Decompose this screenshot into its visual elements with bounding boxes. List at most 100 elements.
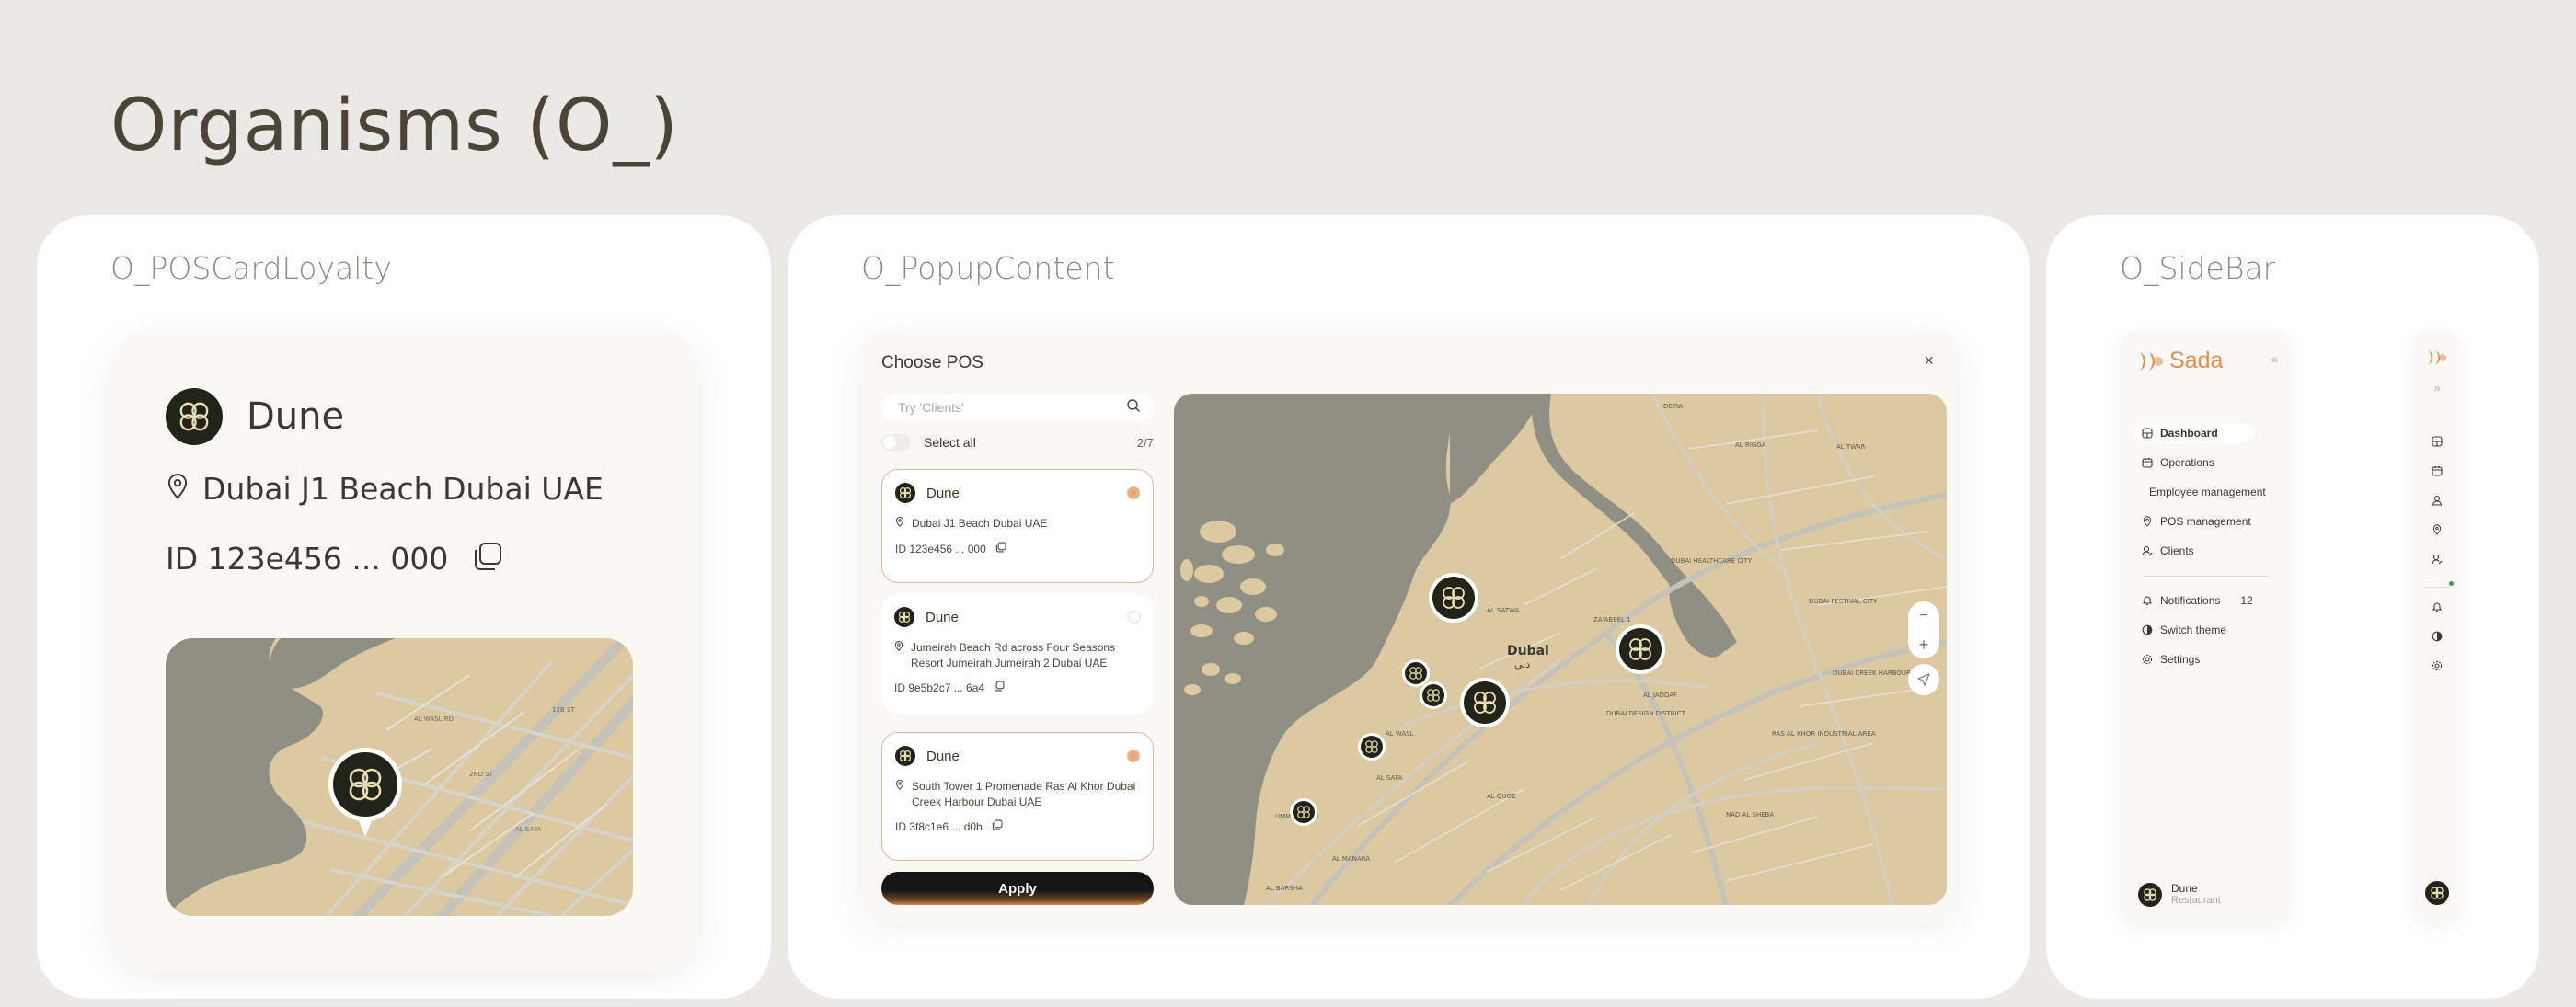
search-icon[interactable] bbox=[1126, 398, 1141, 418]
bell-icon bbox=[2142, 596, 2153, 606]
avatar bbox=[2138, 883, 2162, 907]
svg-text:AL TWAR: AL TWAR bbox=[1836, 443, 1866, 451]
search-box[interactable] bbox=[881, 394, 1154, 421]
copy-icon[interactable] bbox=[995, 542, 1006, 555]
brand-logo[interactable]: Sada bbox=[2138, 348, 2223, 374]
sidebar-item-dashboard[interactable]: Dashboard bbox=[2134, 423, 2254, 443]
user-profile[interactable]: Dune Restaurant bbox=[2138, 883, 2221, 907]
location-pin-icon[interactable] bbox=[2430, 522, 2444, 537]
sidebar-item-settings[interactable]: Settings bbox=[2134, 649, 2254, 669]
pos-card-loyalty-panel: O_POSCardLoyalty Dune Dubai J1 Beach Dub… bbox=[37, 215, 771, 999]
sidebar-item-label: Notifications bbox=[2160, 594, 2221, 607]
svg-text:AL JADDAF: AL JADDAF bbox=[1643, 692, 1677, 699]
pos-id-row: ID 123e456 ... 000 bbox=[166, 541, 503, 577]
navigation-arrow-icon bbox=[1917, 673, 1930, 686]
pos-card[interactable]: Dune Jumeirah Beach Rd across Four Seaso… bbox=[881, 594, 1154, 714]
svg-text:RAS AL KHOR INDUSTRIAL AREA: RAS AL KHOR INDUSTRIAL AREA bbox=[1772, 730, 1876, 738]
brand-knot-icon bbox=[894, 607, 914, 627]
pos-address: Dubai J1 Beach Dubai UAE bbox=[912, 517, 1048, 530]
popup-content-panel: O_PopupContent Choose POS × Select all 2… bbox=[788, 215, 2030, 999]
svg-text:ZA'ABEEL 1: ZA'ABEEL 1 bbox=[1593, 616, 1631, 624]
zoom-in-button[interactable]: + bbox=[1919, 636, 1929, 653]
dashboard-icon bbox=[2142, 428, 2153, 439]
select-all-toggle[interactable] bbox=[881, 434, 911, 451]
svg-text:12B ST: 12B ST bbox=[552, 706, 575, 714]
panel-label: O_PopupContent bbox=[861, 250, 1115, 286]
pos-address-row: Dubai J1 Beach Dubai UAE bbox=[166, 471, 604, 507]
svg-text:DEIRA: DEIRA bbox=[1663, 403, 1683, 410]
copy-icon[interactable] bbox=[992, 819, 1003, 833]
client-icon[interactable] bbox=[2430, 552, 2444, 566]
svg-text:AL SAFA: AL SAFA bbox=[515, 826, 542, 833]
gear-icon[interactable] bbox=[2430, 658, 2444, 673]
pos-location-map[interactable]: AL WASL RD 2ND ST AL SAFA 12B ST bbox=[166, 638, 633, 916]
svg-text:AL WASL RD: AL WASL RD bbox=[414, 715, 454, 723]
avatar[interactable] bbox=[2425, 881, 2449, 905]
sidebar-item-label: Dashboard bbox=[2160, 427, 2218, 440]
copy-icon[interactable] bbox=[994, 681, 1005, 694]
pos-name: Dune bbox=[926, 748, 960, 764]
users-icon[interactable] bbox=[2430, 493, 2444, 508]
select-all-label: Select all bbox=[924, 435, 976, 450]
pos-card[interactable]: Dune South Tower 1 Promenade Ras Al Khor… bbox=[881, 732, 1154, 861]
apply-button[interactable]: Apply bbox=[881, 872, 1154, 905]
sada-logo-icon[interactable] bbox=[2427, 348, 2447, 368]
pos-radio[interactable] bbox=[1127, 486, 1140, 499]
collapse-sidebar-icon[interactable]: « bbox=[2271, 351, 2278, 366]
svg-text:DUBAI FESTIVAL CITY: DUBAI FESTIVAL CITY bbox=[1809, 598, 1878, 605]
pos-id: ID 3f8c1e6 ... d0b bbox=[895, 819, 983, 833]
zoom-out-button[interactable]: − bbox=[1919, 608, 1927, 624]
sidebar-item-label: Settings bbox=[2160, 653, 2201, 666]
pos-address: South Tower 1 Promenade Ras Al Khor Duba… bbox=[912, 780, 1136, 808]
svg-text:AL SAFA: AL SAFA bbox=[1376, 774, 1403, 782]
dashboard-icon[interactable] bbox=[2430, 434, 2444, 449]
svg-text:DUBAI HEALTHCARE CITY: DUBAI HEALTHCARE CITY bbox=[1671, 557, 1753, 565]
sidebar-panel: O_SideBar Sada « Dashboard Operations Em… bbox=[2046, 215, 2539, 999]
calendar-icon[interactable] bbox=[2430, 463, 2444, 478]
pos-loyalty-card[interactable]: Dune Dubai J1 Beach Dubai UAE ID 123e456… bbox=[110, 331, 699, 971]
pos-name: Dune bbox=[247, 395, 345, 438]
pos-radio[interactable] bbox=[1128, 611, 1141, 624]
sidebar-item-label: Switch theme bbox=[2160, 624, 2227, 636]
location-pin-icon bbox=[894, 640, 903, 657]
sidebar-item-clients[interactable]: Clients bbox=[2134, 541, 2254, 561]
locate-me-button[interactable] bbox=[1908, 664, 1939, 695]
sidebar-divider bbox=[2144, 576, 2269, 577]
svg-text:NAD AL SHEBA: NAD AL SHEBA bbox=[1726, 811, 1774, 818]
sidebar-item-pos-management[interactable]: POS management bbox=[2134, 511, 2254, 532]
location-pin-icon bbox=[895, 516, 904, 532]
sidebar-item-label: Clients bbox=[2160, 544, 2194, 557]
sidebar-item-notifications[interactable]: Notifications 12 bbox=[2134, 590, 2254, 611]
pos-id: ID 123e456 ... 000 bbox=[166, 541, 449, 577]
svg-text:DUBAI CREEK HARBOUR: DUBAI CREEK HARBOUR bbox=[1833, 669, 1911, 677]
sidebar-item-operations[interactable]: Operations bbox=[2134, 452, 2254, 473]
pos-map[interactable]: DEIRA AL RIGGA AL TWAR AL SATWA ZA'ABEEL… bbox=[1174, 394, 1947, 905]
user-role: Restaurant bbox=[2171, 895, 2221, 906]
brand-knot-icon bbox=[895, 483, 915, 503]
sidebar-collapsed: » bbox=[2414, 331, 2460, 923]
pos-name: Dune bbox=[926, 609, 959, 625]
pos-radio[interactable] bbox=[1127, 750, 1140, 762]
copy-icon[interactable] bbox=[472, 541, 503, 577]
pos-card[interactable]: Dune Dubai J1 Beach Dubai UAE ID 123e456… bbox=[881, 469, 1154, 583]
bell-icon[interactable] bbox=[2430, 600, 2444, 614]
page-title: Organisms (O_) bbox=[110, 85, 679, 167]
sidebar-item-label: Operations bbox=[2160, 456, 2214, 469]
map-pin-marker[interactable] bbox=[328, 747, 403, 839]
sidebar-item-label: Employee management bbox=[2149, 486, 2266, 498]
sidebar-expanded: Sada « Dashboard Operations Employee man… bbox=[2120, 331, 2291, 923]
gear-icon bbox=[2142, 654, 2153, 665]
svg-text:AL WASL: AL WASL bbox=[1386, 730, 1414, 738]
selected-count: 2/7 bbox=[1136, 435, 1154, 450]
expand-sidebar-icon[interactable]: » bbox=[2430, 381, 2444, 395]
close-icon[interactable]: × bbox=[1924, 351, 1934, 371]
pos-address: Dubai J1 Beach Dubai UAE bbox=[202, 471, 604, 507]
pos-id: ID 9e5b2c7 ... 6a4 bbox=[894, 681, 985, 694]
location-pin-icon bbox=[2143, 516, 2152, 527]
sidebar-item-switch-theme[interactable]: Switch theme bbox=[2134, 620, 2254, 640]
search-input[interactable] bbox=[898, 400, 1126, 415]
sidebar-item-employee-management[interactable]: Employee management bbox=[2134, 482, 2266, 502]
sidebar-item-label: POS management bbox=[2160, 515, 2251, 528]
theme-icon[interactable] bbox=[2430, 629, 2444, 644]
svg-text:AL SATWA: AL SATWA bbox=[1487, 607, 1520, 614]
